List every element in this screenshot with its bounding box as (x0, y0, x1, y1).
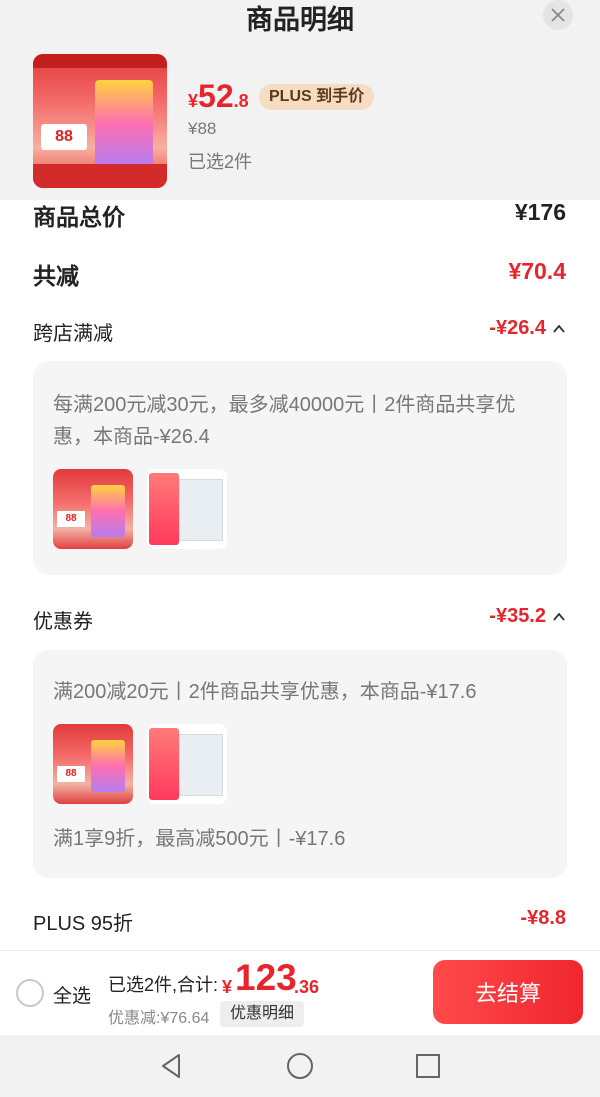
thumbnail-price-tag: 88 (41, 124, 87, 150)
coupon-desc-1: 满200减20元丨2件商品共享优惠，本商品-¥17.6 (53, 681, 477, 703)
discount-summary: 优惠减:¥76.64 (108, 1010, 210, 1027)
coupon-desc-2: 满1享9折，最高减500元丨-¥17.6 (53, 828, 346, 850)
product-box-image (95, 80, 153, 166)
product-box-image (149, 728, 179, 800)
checkout-bar: 全选 已选2件,合计: ¥ 123 .36 优惠减:¥76.64 优惠明细 去结… (0, 950, 600, 1035)
coupon-card: 满200减20元丨2件商品共享优惠，本商品-¥17.6 88 满1享9折，最高减… (33, 650, 567, 878)
product-box-image (179, 734, 223, 796)
cross-store-value: -¥26.4 (489, 317, 546, 339)
product-box-image (149, 473, 179, 545)
plus-discount-value: -¥8.8 (520, 907, 566, 929)
cross-store-desc: 每满200元减30元，最多减40000元丨2件商品共享优惠，本商品-¥26.4 (53, 394, 516, 448)
home-icon[interactable] (285, 1051, 315, 1081)
chevron-up-icon (553, 612, 565, 621)
total-integer: 123 (235, 957, 297, 998)
item-thumbnail[interactable] (147, 469, 227, 549)
recents-icon[interactable] (413, 1051, 443, 1081)
product-thumbnail[interactable]: 88 (33, 54, 167, 188)
close-icon (551, 8, 565, 22)
system-nav-bar (0, 1035, 600, 1097)
page-title: 商品明细 (246, 5, 354, 35)
product-price: ¥52.8 (188, 78, 249, 115)
coupon-value: -¥35.2 (489, 605, 546, 627)
price-integer: 52 (198, 78, 234, 114)
product-box-image (91, 740, 125, 792)
cross-store-toggle[interactable]: -¥26.4 (489, 317, 566, 340)
coupon-label: 优惠券 (33, 611, 93, 633)
coupon-toggle[interactable]: -¥35.2 (489, 605, 566, 628)
thumbnail-topbar (33, 54, 167, 68)
cross-store-card: 每满200元减30元，最多减40000元丨2件商品共享优惠，本商品-¥26.4 … (33, 361, 567, 575)
back-icon[interactable] (157, 1051, 187, 1081)
item-thumbnail[interactable]: 88 (53, 469, 133, 549)
total-reduce-label: 共减 (33, 263, 79, 289)
chevron-up-icon (553, 324, 565, 333)
total-price-label: 商品总价 (33, 204, 125, 230)
plus-price-badge: PLUS 到手价 (259, 84, 375, 110)
thumbnail-price-tag: 88 (57, 511, 85, 527)
cross-store-label: 跨店满减 (33, 323, 113, 345)
plus-discount-label: PLUS 95折 (33, 913, 134, 935)
total-price-value: ¥176 (514, 199, 566, 225)
total-symbol: ¥ (222, 977, 233, 997)
item-thumbnail[interactable] (147, 724, 227, 804)
close-button[interactable] (543, 0, 573, 30)
thumbnail-price-tag: 88 (57, 766, 85, 782)
select-all-label[interactable]: 全选 (53, 981, 91, 1008)
thumbnail-base (33, 164, 167, 188)
product-box-image (179, 479, 223, 541)
item-thumbnail[interactable]: 88 (53, 724, 133, 804)
total-reduce-value: ¥70.4 (508, 258, 566, 284)
product-box-image (91, 485, 125, 537)
detail-sheet: 商品明细 88 ¥52.8 PLUS 到手价 ¥88 已选2件 商品总价 ¥17… (0, 0, 600, 950)
original-price: ¥88 (188, 119, 217, 138)
price-decimal: .8 (233, 91, 249, 111)
select-all-radio[interactable] (16, 979, 44, 1007)
price-symbol: ¥ (188, 91, 199, 111)
selected-count: 已选2件 (188, 152, 253, 172)
checkout-button[interactable]: 去结算 (433, 960, 583, 1024)
total-decimal: .36 (294, 977, 320, 997)
discount-detail-button[interactable]: 优惠明细 (220, 1001, 305, 1027)
selected-summary: 已选2件,合计: (108, 975, 219, 995)
